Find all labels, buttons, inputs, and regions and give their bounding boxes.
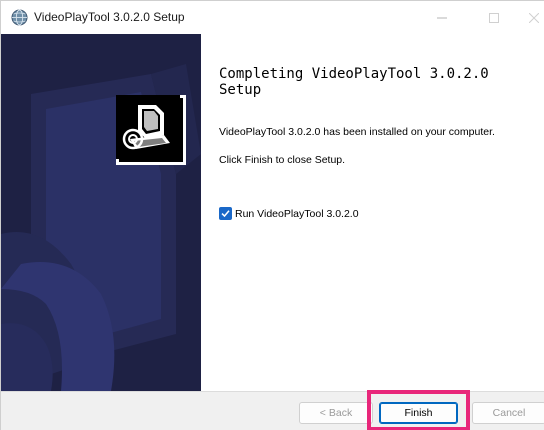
banner-pattern — [1, 64, 201, 391]
minimize-icon — [437, 17, 447, 18]
run-app-checkbox-label: Run VideoPlayTool 3.0.2.0 — [235, 207, 359, 220]
checkbox-checked-icon[interactable] — [219, 207, 232, 220]
window-title: VideoPlayTool 3.0.2.0 Setup — [34, 10, 185, 24]
installer-globe-icon — [11, 9, 28, 26]
installed-message: VideoPlayTool 3.0.2.0 has been installed… — [219, 126, 495, 138]
finish-instruction: Click Finish to close Setup. — [219, 154, 346, 166]
run-app-checkbox[interactable]: Run VideoPlayTool 3.0.2.0 — [219, 207, 359, 220]
setup-logo — [116, 95, 186, 165]
finish-button[interactable]: Finish — [379, 402, 458, 424]
setup-window: VideoPlayTool 3.0.2.0 Setup Completing V… — [0, 0, 544, 430]
back-button[interactable]: < Back — [299, 402, 373, 424]
close-icon — [529, 12, 539, 23]
cancel-button[interactable]: Cancel — [472, 402, 544, 424]
computer-installer-icon — [116, 95, 180, 159]
close-button[interactable] — [523, 1, 544, 34]
minimize-button[interactable] — [419, 1, 465, 34]
title-bar[interactable]: VideoPlayTool 3.0.2.0 Setup — [1, 1, 544, 34]
page-title: Completing VideoPlayTool 3.0.2.0 Setup — [219, 66, 489, 98]
wizard-content: Completing VideoPlayTool 3.0.2.0 Setup V… — [201, 34, 544, 391]
maximize-icon — [489, 12, 499, 23]
maximize-button[interactable] — [471, 1, 517, 34]
wizard-sidebar-banner — [1, 34, 201, 391]
button-bar: < Back Finish Cancel — [1, 391, 544, 430]
